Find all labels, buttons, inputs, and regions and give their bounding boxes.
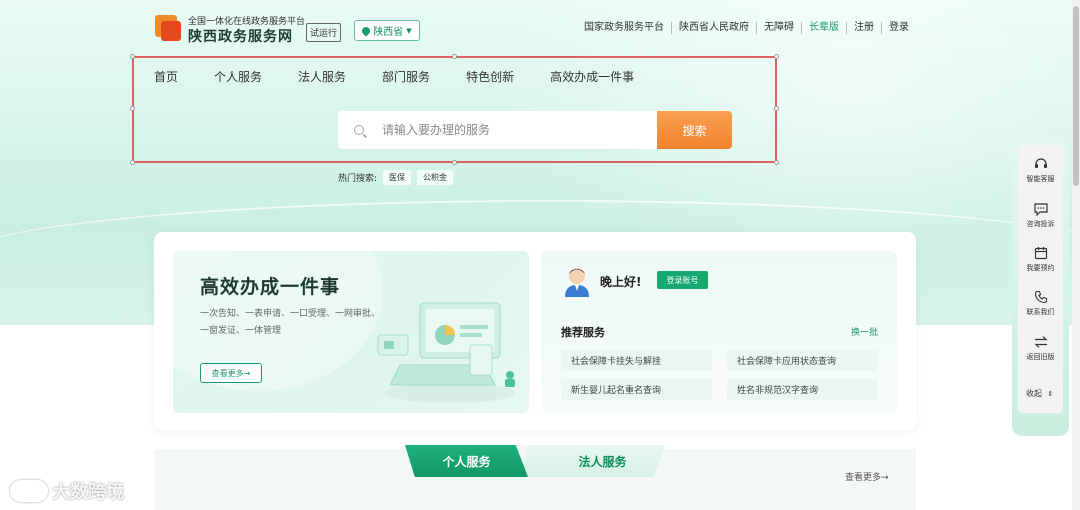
selection-handle[interactable] <box>774 160 779 165</box>
selection-handle[interactable] <box>130 160 135 165</box>
one-thing-description: 一次告知、一表申请、一口受理、一网审批、一窗发证、一体管理 <box>200 309 381 336</box>
watermark: 大数跨境 <box>10 478 124 504</box>
headset-icon <box>1034 158 1047 168</box>
selection-handle[interactable] <box>774 54 779 59</box>
caret-down-icon: ▼ <box>406 26 412 35</box>
link-national-platform[interactable]: 国家政务服务平台 <box>577 22 672 34</box>
search-button[interactable]: 搜索 <box>657 111 732 149</box>
scrollbar[interactable] <box>1072 0 1080 510</box>
location-pin-icon <box>360 24 372 37</box>
collapse-toolbar-button[interactable]: 收起 ⇕ <box>1026 388 1053 399</box>
one-thing-title: 高效办成一件事 <box>200 276 341 298</box>
selection-handle[interactable] <box>452 54 457 59</box>
tab-legal-services[interactable]: 法人服务 <box>520 445 665 477</box>
link-login[interactable]: 登录 <box>882 22 909 34</box>
smart-service-button[interactable]: 智能客服 <box>1018 157 1063 184</box>
selection-handle[interactable] <box>774 106 779 111</box>
hot-search: 热门搜索: 医保 公积金 <box>338 170 454 185</box>
selection-handle[interactable] <box>130 54 135 59</box>
scrollbar-thumb[interactable] <box>1073 6 1079 186</box>
contact-us-button[interactable]: 联系我们 <box>1018 290 1063 317</box>
contact-us-label: 联系我们 <box>1026 308 1055 316</box>
greeting-text: 晚上好! <box>600 275 642 289</box>
link-provincial-government[interactable]: 陕西省人民政府 <box>672 22 757 34</box>
service-item[interactable]: 姓名非规范汉字查询 <box>727 379 878 400</box>
phone-icon <box>1034 290 1047 304</box>
recommended-services-title: 推荐服务 <box>561 326 605 339</box>
user-avatar-icon <box>565 268 589 297</box>
link-register[interactable]: 注册 <box>847 22 882 34</box>
login-account-button[interactable]: 登录账号 <box>657 271 708 289</box>
top-links: 国家政务服务平台 陕西省人民政府 无障碍 长辈版 注册 登录 <box>577 22 909 34</box>
collapse-label: 收起 <box>1026 389 1042 398</box>
hot-tag-medical-insurance[interactable]: 医保 <box>383 170 412 185</box>
appointment-button[interactable]: 我要预约 <box>1018 246 1063 273</box>
refresh-services-link[interactable]: 换一批 <box>851 325 878 338</box>
consult-complaint-label: 咨询投诉 <box>1026 220 1055 228</box>
search-icon <box>354 125 364 135</box>
calendar-icon <box>1034 247 1047 260</box>
hot-tag-housing-fund[interactable]: 公积金 <box>417 170 454 185</box>
smart-service-label: 智能客服 <box>1026 175 1055 183</box>
link-elder-version[interactable]: 长辈版 <box>802 22 847 34</box>
watermark-text: 大数跨境 <box>52 482 124 503</box>
selection-handle[interactable] <box>452 160 457 165</box>
computer-illustration-icon <box>377 302 515 403</box>
hot-search-label: 热门搜索: <box>338 174 378 184</box>
appointment-label: 我要预约 <box>1026 264 1055 272</box>
search-input[interactable] <box>382 123 632 137</box>
tab-personal-services[interactable]: 个人服务 <box>405 445 528 477</box>
view-more-button[interactable]: 查看更多→ <box>200 363 262 383</box>
service-item[interactable]: 社会保障卡应用状态查询 <box>727 350 878 371</box>
old-version-label: 返回旧版 <box>1026 353 1055 361</box>
selection-handle[interactable] <box>130 106 135 111</box>
province-label: 陕西省 <box>373 27 404 38</box>
floating-toolbar-body <box>1018 145 1063 413</box>
site-logo-icon[interactable] <box>155 15 181 41</box>
old-version-button[interactable]: 返回旧版 <box>1018 335 1063 362</box>
consult-complaint-button[interactable]: 咨询投诉 <box>1018 202 1063 229</box>
watermark-logo-icon <box>10 480 48 502</box>
trial-badge: 试运行 <box>306 23 342 42</box>
service-item[interactable]: 新生婴儿起名重名查询 <box>561 379 712 400</box>
service-item[interactable]: 社会保障卡挂失与解挂 <box>561 350 712 371</box>
search-box <box>338 111 658 149</box>
site-title[interactable]: 陕西政务服务网 <box>188 26 293 46</box>
link-accessibility[interactable]: 无障碍 <box>757 22 802 34</box>
up-down-icon: ⇕ <box>1047 390 1054 398</box>
province-selector[interactable]: 陕西省 ▼ <box>354 20 420 41</box>
switch-icon <box>1034 336 1047 348</box>
view-more-link[interactable]: 查看更多→ <box>845 470 889 483</box>
message-icon <box>1033 203 1048 216</box>
